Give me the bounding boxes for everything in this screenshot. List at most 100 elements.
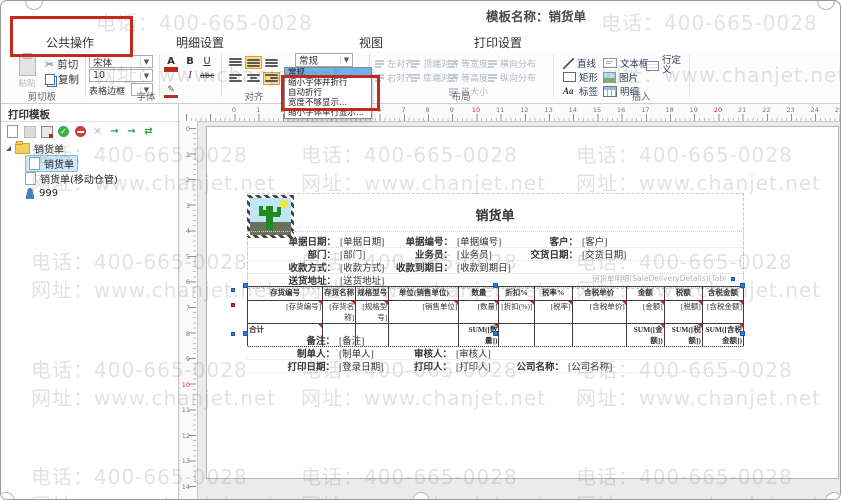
underline-button[interactable]: U (200, 56, 214, 69)
table-header-cell[interactable]: 单位(销售单位) (388, 286, 460, 301)
selection-handle[interactable] (231, 288, 235, 292)
cut-button[interactable]: ✂ 剪切 (45, 57, 78, 72)
halign-left-icon[interactable] (227, 72, 244, 85)
field-value-placeholder[interactable]: [收款到期日] (457, 260, 511, 274)
table-value-cell[interactable]: [存货编号] (246, 300, 324, 324)
valign-middle-icon[interactable] (245, 56, 262, 69)
table-header-cell[interactable]: 金额 (625, 286, 665, 301)
table-value-cell[interactable]: [存货名称] (322, 300, 357, 324)
selection-handle[interactable] (731, 277, 735, 281)
tab-view[interactable]: 视图 (359, 34, 383, 51)
font-size-combo[interactable]: 10 ▼ (89, 69, 153, 82)
table-value-cell[interactable]: [数量] (458, 300, 500, 324)
tree-item-1[interactable]: 销货单 (25, 154, 78, 172)
table-header-cell[interactable]: 折扣% (498, 286, 535, 301)
dropdown-option[interactable]: 宽度不够显示... (285, 98, 371, 108)
copy-button[interactable]: 复制 (45, 72, 79, 87)
table-value-cell[interactable]: [税额] (663, 300, 703, 324)
new-button[interactable] (6, 125, 19, 138)
tree-root-sales-order[interactable]: 销货单 (6, 140, 64, 156)
field-value-placeholder[interactable]: [备注] (339, 333, 364, 347)
selection-handle[interactable] (231, 332, 235, 336)
insert-rectangle-button[interactable]: 矩形 (563, 70, 598, 84)
insert-rowdef-button[interactable]: 行定义 (646, 56, 688, 76)
insert-line-button[interactable]: 直线 (563, 56, 596, 70)
table-value-cell[interactable]: [销售单位] (388, 300, 460, 324)
dropdown-option[interactable]: 缩小字体并折行 (285, 78, 371, 88)
tab-detail-settings[interactable]: 明细设置 (176, 34, 224, 51)
field-label[interactable]: 收款到期日： (343, 260, 453, 274)
tree-item-2[interactable]: 销货单(移动仓管) (25, 171, 118, 186)
field-value-placeholder[interactable]: [审核人] (456, 346, 491, 360)
field-value-placeholder[interactable]: [客户] (582, 234, 607, 248)
template-page[interactable]: 销货单 单据日期： [单据日期] 单据编号： [单据编号] 客户： [客户] 部门： [部门]… (206, 126, 839, 479)
selection-handle[interactable] (493, 331, 498, 336)
field-label[interactable]: 单据日期： (248, 234, 336, 248)
halign-right-icon[interactable] (263, 72, 280, 85)
table-value-cell[interactable]: [税率] (533, 300, 573, 324)
selection-handle[interactable] (493, 283, 498, 288)
field-label[interactable]: 打印日期： (247, 359, 335, 373)
valign-top-icon[interactable] (227, 56, 244, 69)
document-title[interactable]: 销货单 (435, 205, 555, 224)
tab-print-settings[interactable]: 打印设置 (474, 34, 522, 51)
dropdown-option[interactable]: 自动折行 (285, 88, 371, 98)
table-value-cell[interactable]: [规格型号] (355, 300, 390, 324)
selection-handle[interactable] (740, 283, 745, 288)
dropdown-option[interactable]: 缩小字体单行显示... (285, 108, 371, 118)
field-label[interactable]: 备注： (247, 333, 335, 347)
table-header-cell[interactable]: 含税金额 (701, 286, 745, 301)
table-header-cell[interactable]: 存货名称 (322, 286, 357, 301)
detail-table-reference[interactable]: 销货单明细(SaleDeliveryDetails)(Tabl (592, 273, 726, 284)
field-label[interactable]: 业务员： (343, 247, 453, 261)
disable-button[interactable] (74, 125, 87, 138)
enable-button[interactable]: ✓ (57, 125, 70, 138)
table-value-cell[interactable]: [含税单价] (571, 300, 627, 324)
font-family-combo[interactable]: 宋体 ▼ (89, 55, 153, 69)
wrap-mode-combo[interactable]: 常规 ▼ (295, 53, 353, 67)
border-color-button[interactable]: ✎ (164, 84, 178, 98)
table-header-cell[interactable]: 含税单价 (571, 286, 627, 301)
field-label[interactable]: 送货地址： (248, 273, 336, 287)
italic-button[interactable]: I (183, 70, 197, 83)
field-label[interactable]: 部门： (248, 247, 336, 261)
export-button[interactable]: → (125, 125, 138, 138)
insert-image-button[interactable]: 图片 (603, 70, 638, 84)
field-label[interactable]: 制单人： (247, 346, 335, 360)
bold-button[interactable]: B (183, 56, 197, 69)
table-value-cell[interactable]: [折扣(%)] (498, 300, 535, 324)
field-value-placeholder[interactable]: [交货日期] (582, 247, 626, 261)
table-value-cell[interactable]: [金额] (625, 300, 665, 324)
field-label[interactable]: 单据编号： (343, 234, 453, 248)
strikethrough-button[interactable]: abc (200, 70, 214, 83)
table-header-cell[interactable]: 规格型号 (355, 286, 390, 301)
dropdown-option[interactable]: 常规 (285, 68, 371, 78)
import-button[interactable]: → (108, 125, 121, 138)
field-label[interactable]: 打印人： (342, 359, 452, 373)
selection-handle[interactable] (740, 331, 745, 336)
table-header-cell[interactable]: 数量 (458, 286, 500, 301)
tree-expand-icon[interactable] (6, 145, 11, 151)
field-label[interactable]: 客户： (478, 234, 578, 248)
field-label[interactable]: 收款方式： (248, 260, 336, 274)
table-header-cell[interactable]: 存货编号 (246, 286, 324, 301)
font-color-button[interactable]: A (164, 56, 178, 70)
selection-handle[interactable] (243, 283, 248, 288)
selection-handle[interactable] (243, 331, 248, 336)
design-button[interactable] (40, 125, 53, 138)
selection-handle[interactable] (231, 303, 235, 307)
insert-label-button[interactable]: 标签 (563, 84, 598, 98)
table-value-cell[interactable]: [含税金额] (701, 300, 745, 324)
field-value-placeholder[interactable]: [送货地址] (340, 273, 384, 287)
insert-textbox-button[interactable]: 文本框 (603, 56, 649, 70)
valign-bottom-icon[interactable] (263, 56, 280, 69)
field-label[interactable]: 审核人： (342, 346, 452, 360)
halign-center-icon[interactable] (245, 72, 262, 85)
field-label[interactable]: 公司名称： (477, 359, 564, 373)
fill-color-button[interactable] (164, 69, 178, 83)
field-value-placeholder[interactable]: [公司名称] (568, 359, 612, 373)
tab-public-operations[interactable]: 公共操作 (46, 34, 94, 51)
sync-button[interactable]: ⇄ (142, 125, 155, 138)
table-header-cell[interactable]: 税率% (533, 286, 573, 301)
field-label[interactable]: 交货日期： (478, 247, 578, 261)
